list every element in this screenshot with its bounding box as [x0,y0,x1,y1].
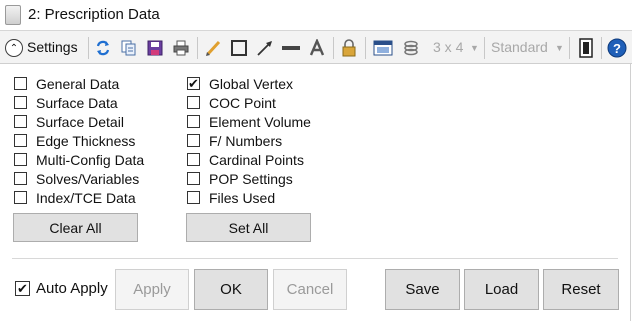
option-coc-point[interactable]: COC Point [187,93,311,112]
divider [12,258,618,259]
chevron-down-icon[interactable]: ▼ [555,43,564,53]
panel-icon[interactable] [576,38,596,58]
left-options: General Data Surface Data Surface Detail… [14,74,144,207]
copy-icon[interactable] [119,38,139,58]
checkbox[interactable] [187,172,200,185]
save-icon[interactable] [145,38,165,58]
checkbox[interactable] [187,134,200,147]
checkbox[interactable] [14,172,27,185]
checkbox[interactable] [14,153,27,166]
option-surface-data[interactable]: Surface Data [14,93,144,112]
help-icon[interactable]: ? [607,38,627,58]
checkbox[interactable] [187,153,200,166]
toolbar-separator [569,37,570,59]
checkbox[interactable] [14,96,27,109]
checkbox[interactable] [14,134,27,147]
rectangle-icon[interactable] [229,38,249,58]
toolbar-separator [365,37,366,59]
option-general-data[interactable]: General Data [14,74,144,93]
checkbox[interactable] [187,115,200,128]
option-edge-thickness[interactable]: Edge Thickness [14,131,144,150]
set-all-button[interactable]: Set All [186,213,311,242]
line-icon[interactable] [281,38,301,58]
checkbox[interactable] [14,77,27,90]
toolbar-separator [484,37,485,59]
load-button[interactable]: Load [464,269,539,310]
settings-button[interactable]: Settings [27,39,78,55]
window-title: 2: Prescription Data [28,6,160,23]
checkbox[interactable] [14,115,27,128]
option-element-volume[interactable]: Element Volume [187,112,311,131]
chevron-up-icon[interactable]: ⌃ [5,39,23,57]
pencil-icon[interactable] [203,38,223,58]
cancel-button[interactable]: Cancel [273,269,347,310]
option-solves-variables[interactable]: Solves/Variables [14,169,144,188]
option-index-tce-data[interactable]: Index/TCE Data [14,188,144,207]
ok-button[interactable]: OK [194,269,268,310]
toolbar-separator [88,37,89,59]
arrow-icon[interactable] [255,38,275,58]
layout-dropdown[interactable]: 3 x 4 [433,39,463,55]
print-icon[interactable] [171,38,191,58]
refresh-icon[interactable] [93,38,113,58]
auto-apply-toggle[interactable]: ✔ Auto Apply [15,279,108,298]
right-options: ✔ Global Vertex COC Point Element Volume … [187,74,311,207]
option-pop-settings[interactable]: POP Settings [187,169,311,188]
style-dropdown[interactable]: Standard [491,39,548,55]
option-cardinal-points[interactable]: Cardinal Points [187,150,311,169]
window-layout-icon[interactable] [373,38,393,58]
layers-icon[interactable] [401,38,421,58]
toolbar-separator [197,37,198,59]
checkbox[interactable] [187,96,200,109]
option-surface-detail[interactable]: Surface Detail [14,112,144,131]
checkbox[interactable]: ✔ [187,77,200,90]
title-bar: 2: Prescription Data [0,0,632,31]
clear-all-button[interactable]: Clear All [13,213,138,242]
reset-button[interactable]: Reset [543,269,619,310]
svg-text:?: ? [613,41,621,56]
panel-border [630,64,631,321]
option-multi-config-data[interactable]: Multi-Config Data [14,150,144,169]
lock-icon[interactable] [339,38,359,58]
toolbar: ⌃ Settings 3 x 4 ▼ Standard ▼ ? [0,31,632,64]
document-icon [5,5,21,25]
option-f-numbers[interactable]: F/ Numbers [187,131,311,150]
checkbox[interactable]: ✔ [15,281,30,296]
checkbox[interactable] [14,191,27,204]
auto-apply-label: Auto Apply [36,280,108,297]
apply-button[interactable]: Apply [115,269,189,310]
toolbar-separator [333,37,334,59]
option-global-vertex[interactable]: ✔ Global Vertex [187,74,311,93]
chevron-down-icon[interactable]: ▼ [470,43,479,53]
checkbox[interactable] [187,191,200,204]
text-icon[interactable] [307,38,327,58]
option-files-used[interactable]: Files Used [187,188,311,207]
save-button[interactable]: Save [385,269,460,310]
toolbar-separator [601,37,602,59]
